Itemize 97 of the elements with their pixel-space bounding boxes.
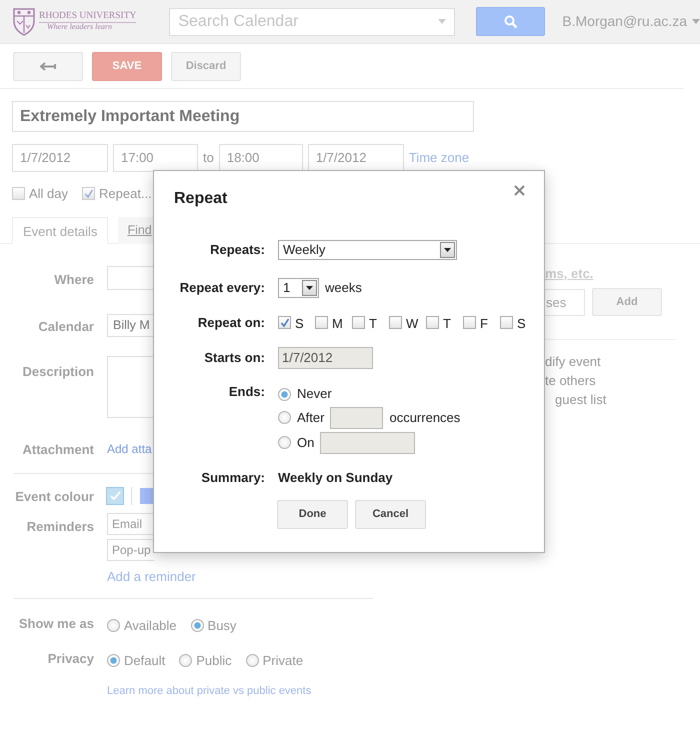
radio-label: After (297, 408, 324, 427)
field-label: Summary: (200, 468, 265, 487)
day-label: M (332, 315, 344, 333)
done-button[interactable]: Done (277, 500, 348, 529)
permission-label: dify event (545, 353, 601, 371)
field-label: Event colour (14, 488, 94, 506)
radio-button[interactable] (278, 411, 291, 424)
cancel-button[interactable]: Cancel (355, 500, 426, 529)
add-attachment-link[interactable]: Add atta (107, 440, 152, 458)
back-button[interactable] (13, 52, 83, 81)
radio-label: Default (124, 652, 166, 670)
calendar-select[interactable]: Billy M (107, 314, 154, 336)
reminder-select[interactable]: Email (107, 512, 154, 534)
checkbox[interactable] (352, 316, 365, 330)
dropdown-arrow-icon[interactable] (306, 286, 313, 290)
time-zone-link[interactable]: Time zone (408, 148, 470, 168)
end-time-field[interactable]: 18:00 (218, 144, 303, 172)
field-label: Calendar (37, 318, 94, 336)
unit-label: weeks (325, 279, 362, 298)
checkbox-label: All day (29, 185, 68, 203)
caret-icon[interactable] (692, 19, 700, 24)
end-date-field[interactable] (320, 432, 416, 454)
save-button[interactable]: SAVE (92, 52, 162, 81)
end-date-field[interactable]: 1/7/2012 (308, 144, 404, 172)
checkbox[interactable] (463, 316, 476, 330)
dialog-title: Repeat (174, 189, 228, 209)
checkbox[interactable] (12, 187, 25, 200)
checkbox[interactable] (500, 316, 513, 330)
start-date-field[interactable]: 1/7/2012 (12, 144, 108, 172)
radio-button[interactable] (190, 619, 204, 632)
logo-tagline: Where leaders learn (46, 23, 114, 32)
add-reminder-link[interactable]: Add a reminder (107, 566, 196, 586)
checkbox[interactable] (426, 316, 439, 330)
field-label: Attachment (21, 440, 94, 458)
start-date-field[interactable]: 1/7/2012 (278, 346, 373, 368)
search-icon (504, 14, 518, 28)
search-placeholder: Search Calendar (178, 12, 298, 32)
radio-button[interactable] (107, 654, 120, 667)
field-label: Reminders (26, 518, 94, 536)
radio-button[interactable] (278, 388, 291, 400)
logo-name: RHODES UNIVERSITY (39, 12, 136, 24)
day-label: S (295, 315, 305, 333)
learn-more-link[interactable]: Learn more about private vs public events (107, 683, 375, 700)
discard-button[interactable]: Discard (171, 52, 241, 81)
radio-label: Available (124, 617, 177, 635)
search-field[interactable]: Search Calendar (169, 8, 456, 36)
unit-label: occurrences (389, 408, 460, 427)
search-button[interactable] (476, 7, 546, 36)
radio-button[interactable] (179, 654, 192, 667)
account-menu[interactable]: B.Morgan@ru.ac.za (562, 11, 700, 32)
repeats-select[interactable]: Weekly (278, 240, 457, 260)
event-title-field[interactable]: Extremely Important Meeting (12, 101, 474, 132)
field-label: Where (53, 270, 94, 288)
radio-label: Public (196, 652, 232, 670)
checkbox-label: Repeat... (99, 185, 152, 203)
radio-label: Busy (208, 617, 236, 635)
colour-swatch[interactable] (107, 488, 123, 504)
colour-swatch[interactable] (140, 488, 154, 504)
day-label: W (406, 315, 420, 333)
field-label: Ends: (228, 382, 265, 400)
permission-label: te others (545, 372, 596, 390)
interval-select[interactable]: 1 (278, 278, 319, 298)
radio-label: Private (262, 652, 304, 670)
day-label: S (517, 315, 525, 333)
field-label: Repeat every: (178, 279, 265, 298)
add-guest-button[interactable]: Add (592, 288, 662, 316)
summary-text: Weekly on Sunday (278, 468, 393, 487)
field-label: Privacy (46, 650, 94, 668)
tab[interactable]: Event details (12, 216, 108, 244)
occurrences-field[interactable] (330, 406, 384, 428)
checkbox[interactable] (82, 187, 96, 200)
field-label: Description (21, 362, 94, 381)
reminder-select[interactable]: Pop-up (107, 538, 154, 560)
checkbox[interactable] (278, 316, 291, 330)
field-label: Repeats: (209, 241, 265, 260)
checkbox[interactable] (315, 316, 328, 330)
description-field[interactable] (107, 356, 154, 418)
day-label: T (369, 315, 378, 333)
radio-button[interactable] (107, 619, 120, 632)
field-label: Show me as (18, 615, 94, 633)
permission-label: guest list (555, 391, 606, 409)
where-field[interactable] (107, 266, 154, 290)
radio-button[interactable] (246, 654, 259, 667)
back-arrow-icon (40, 62, 56, 71)
day-label: T (443, 315, 452, 333)
close-icon[interactable] (514, 185, 525, 196)
field-label: Starts on: (203, 348, 265, 367)
field-label: Repeat on: (196, 314, 265, 332)
radio-button[interactable] (278, 436, 291, 449)
radio-label: Never (297, 385, 332, 404)
crest-icon (12, 6, 36, 36)
to-label: to (203, 149, 214, 168)
start-time-field[interactable]: 17:00 (113, 144, 198, 172)
dropdown-arrow-icon[interactable] (444, 248, 451, 252)
day-label: F (480, 315, 489, 333)
checkbox[interactable] (389, 316, 402, 330)
radio-label: On (297, 434, 314, 452)
